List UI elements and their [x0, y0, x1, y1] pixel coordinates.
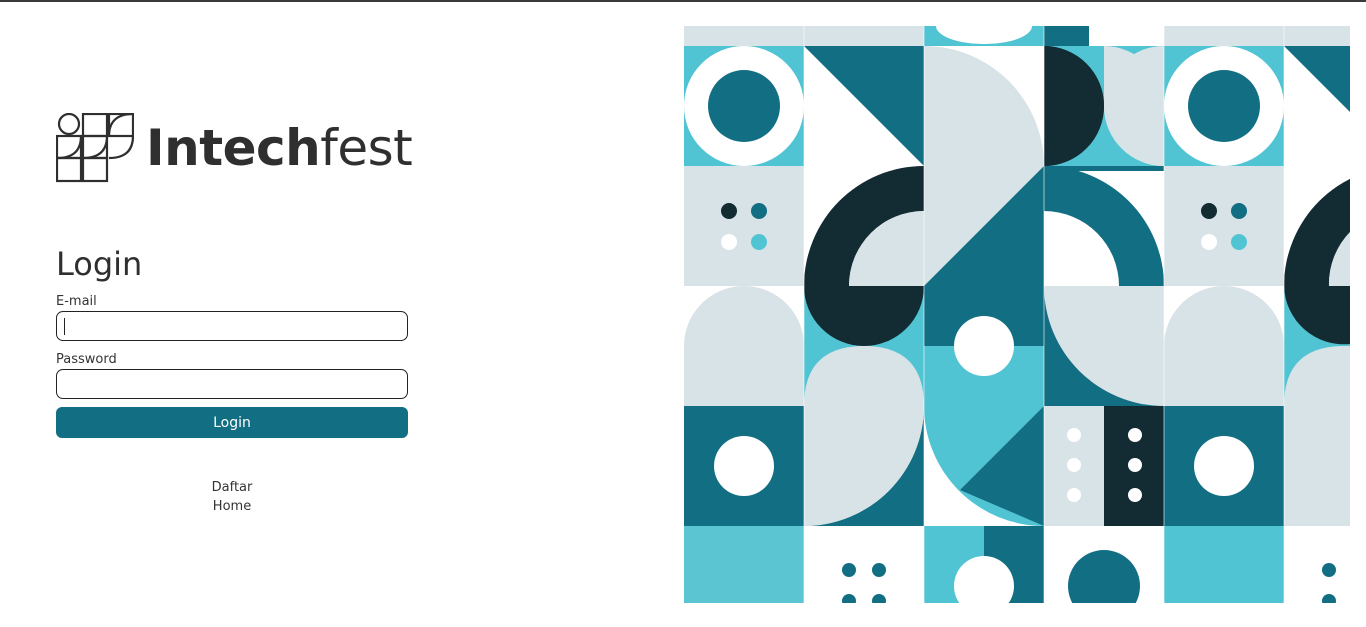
brand-logo: Intechfest	[56, 113, 413, 183]
email-label: E-mail	[56, 294, 97, 309]
brand-name-light: fest	[320, 119, 413, 177]
intechfest-logo-icon	[56, 113, 134, 183]
top-border	[0, 0, 1366, 2]
register-link[interactable]: Daftar	[56, 480, 408, 495]
login-button[interactable]: Login	[56, 407, 408, 438]
brand-name: Intechfest	[146, 123, 413, 173]
page-title: Login	[56, 245, 143, 283]
brand-name-bold: Intech	[146, 119, 321, 177]
decorative-pattern	[684, 26, 1350, 603]
text-cursor	[64, 318, 65, 335]
geometric-pattern-image	[684, 26, 1350, 603]
email-field[interactable]	[56, 311, 408, 341]
home-link[interactable]: Home	[56, 499, 408, 514]
password-field[interactable]	[56, 369, 408, 399]
password-label: Password	[56, 352, 117, 367]
